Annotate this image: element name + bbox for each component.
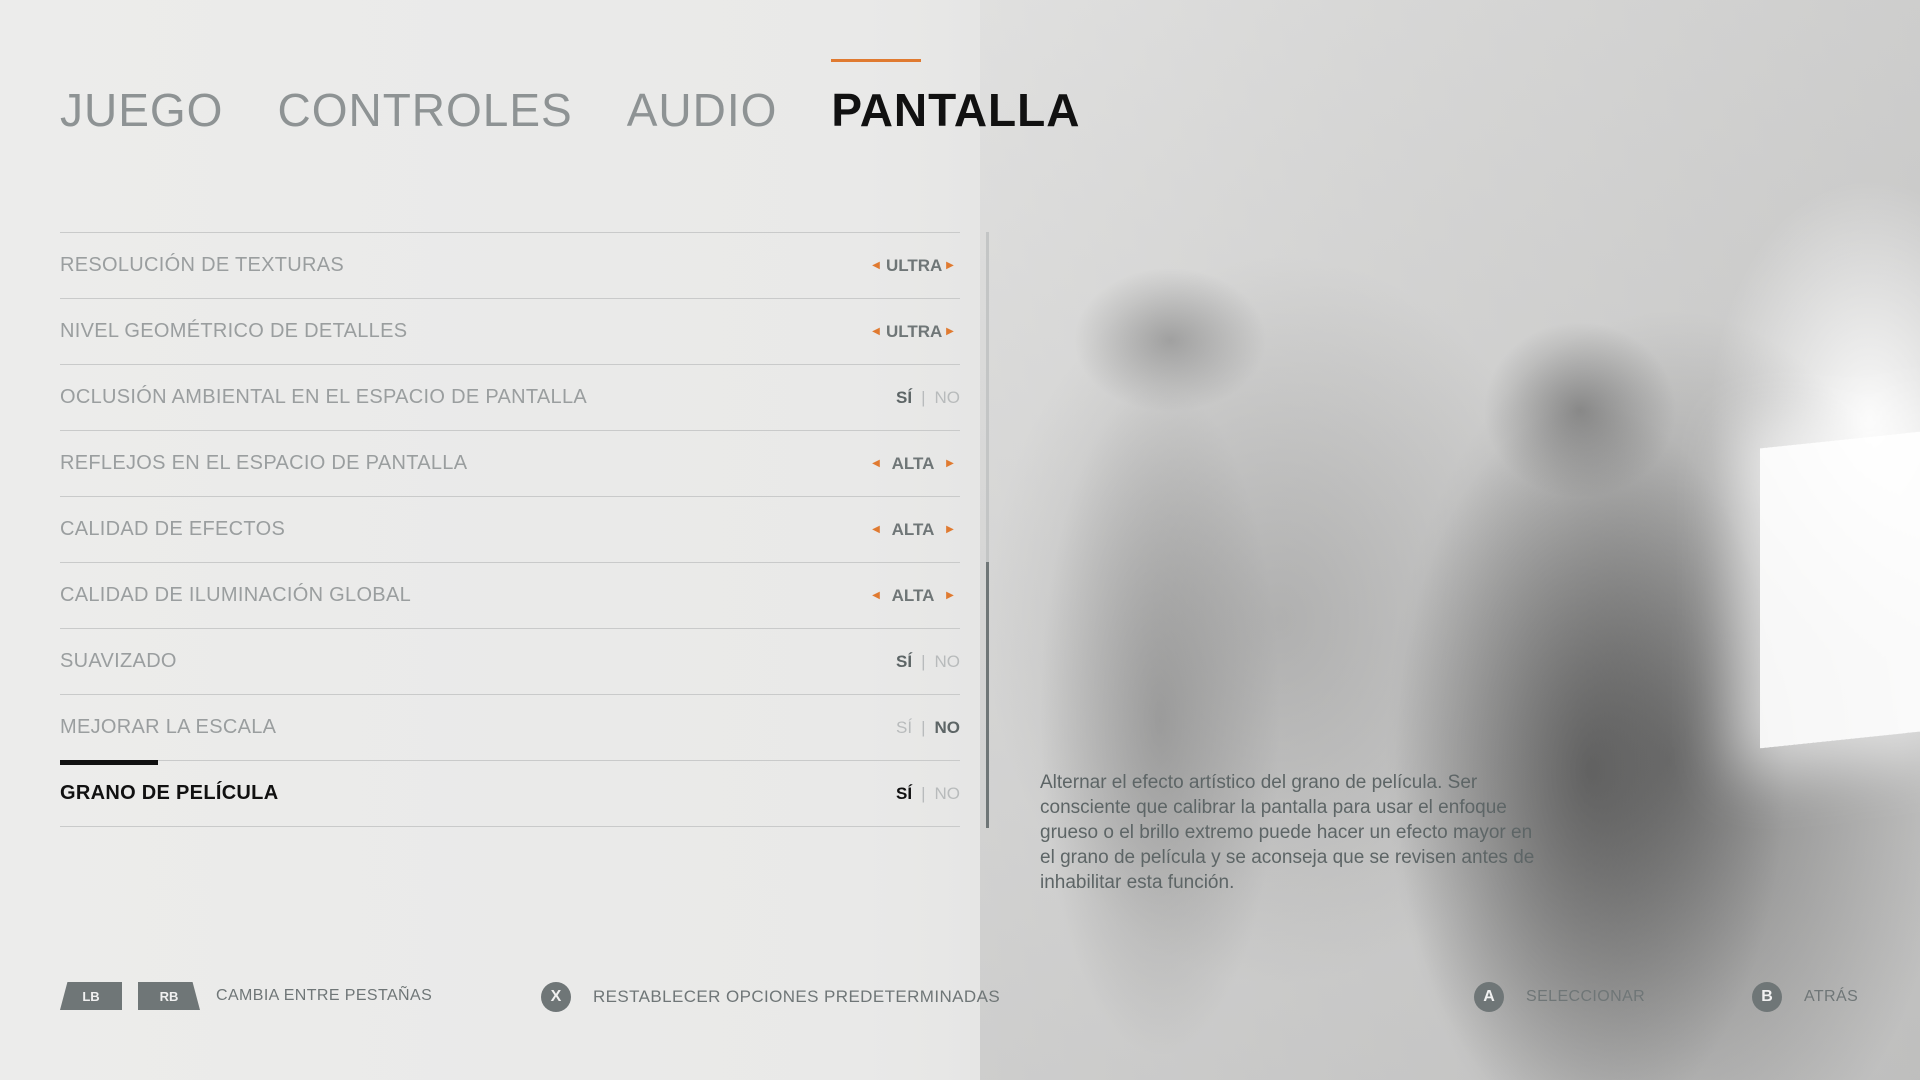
settings-list: RESOLUCIÓN DE TEXTURAS ◀ ULTRA ▶ NIVEL G… <box>60 232 960 827</box>
setting-label: RESOLUCIÓN DE TEXTURAS <box>60 254 345 276</box>
tab-controles[interactable]: CONTROLES <box>277 80 572 140</box>
setting-row-antialiasing[interactable]: SUAVIZADO SÍ | NO <box>60 629 960 695</box>
reset-defaults-hint[interactable]: X RESTABLECER OPCIONES PREDETERMINADAS <box>541 982 1000 1012</box>
tab-pantalla-label: PANTALLA <box>831 84 1081 136</box>
x-button-icon[interactable]: X <box>541 982 571 1012</box>
value-selector[interactable]: ◀ ALTA ▶ <box>866 454 960 474</box>
value-selector[interactable]: ◀ ALTA ▶ <box>866 586 960 606</box>
settings-screen: JUEGO CONTROLES AUDIO PANTALLA RESOLUCIÓ… <box>0 0 1920 1080</box>
setting-row-upscaling[interactable]: MEJORAR LA ESCALA SÍ | NO <box>60 695 960 761</box>
setting-label: GRANO DE PELÍCULA <box>60 782 279 804</box>
arrow-left-icon[interactable]: ◀ <box>866 326 886 337</box>
setting-label: SUAVIZADO <box>60 650 177 672</box>
setting-row-screen-space-reflections[interactable]: REFLEJOS EN EL ESPACIO DE PANTALLA ◀ ALT… <box>60 431 960 497</box>
background-figure-man <box>1035 250 1285 1080</box>
tab-audio[interactable]: AUDIO <box>627 80 778 140</box>
tab-pantalla[interactable]: PANTALLA <box>831 59 1081 140</box>
arrow-left-icon[interactable]: ◀ <box>866 524 886 535</box>
yes-no-toggle[interactable]: SÍ | NO <box>896 388 960 408</box>
toggle-option-yes[interactable]: SÍ <box>896 652 912 672</box>
setting-value: ULTRA <box>886 255 943 275</box>
value-selector[interactable]: ◀ ULTRA ▶ <box>866 322 960 342</box>
toggle-option-no[interactable]: NO <box>935 718 961 738</box>
setting-label: CALIDAD DE ILUMINACIÓN GLOBAL <box>60 584 412 606</box>
setting-value: ALTA <box>891 519 935 539</box>
value-selector[interactable]: ◀ ULTRA ▶ <box>866 256 960 276</box>
toggle-option-no[interactable]: NO <box>935 388 961 408</box>
setting-label: REFLEJOS EN EL ESPACIO DE PANTALLA <box>60 452 468 474</box>
setting-row-global-illumination[interactable]: CALIDAD DE ILUMINACIÓN GLOBAL ◀ ALTA ▶ <box>60 563 960 629</box>
arrow-left-icon[interactable]: ◀ <box>866 458 886 469</box>
toggle-option-no[interactable]: NO <box>935 784 961 804</box>
rb-button-icon[interactable]: RB <box>138 982 200 1010</box>
back-label: ATRÁS <box>1804 988 1859 1005</box>
select-label: SELECCIONAR <box>1526 988 1646 1005</box>
arrow-right-icon[interactable]: ▶ <box>940 590 960 601</box>
toggle-option-yes[interactable]: SÍ <box>896 388 912 408</box>
setting-row-film-grain[interactable]: GRANO DE PELÍCULA SÍ | NO <box>60 760 960 827</box>
switch-tabs-hint[interactable]: LB RB CAMBIA ENTRE PESTAÑAS <box>60 982 432 1010</box>
toggle-option-yes[interactable]: SÍ <box>896 718 912 738</box>
background-figure-woman <box>1380 300 1800 1080</box>
switch-tabs-label: CAMBIA ENTRE PESTAÑAS <box>216 987 433 1004</box>
settings-scrollbar[interactable] <box>986 232 989 828</box>
toggle-divider: | <box>921 387 926 407</box>
background-monitor-glow <box>1760 431 1920 749</box>
selected-row-indicator <box>60 760 158 765</box>
arrow-right-icon[interactable]: ▶ <box>940 524 960 535</box>
setting-row-effects-quality[interactable]: CALIDAD DE EFECTOS ◀ ALTA ▶ <box>60 497 960 563</box>
b-button-icon[interactable]: B <box>1752 982 1782 1012</box>
setting-value: ALTA <box>891 453 935 473</box>
setting-row-ambient-occlusion[interactable]: OCLUSIÓN AMBIENTAL EN EL ESPACIO DE PANT… <box>60 365 960 431</box>
lb-button-icon[interactable]: LB <box>60 982 122 1010</box>
arrow-left-icon[interactable]: ◀ <box>866 590 886 601</box>
value-selector[interactable]: ◀ ALTA ▶ <box>866 520 960 540</box>
scrollbar-thumb[interactable] <box>986 562 989 828</box>
yes-no-toggle[interactable]: SÍ | NO <box>896 784 960 804</box>
tab-juego[interactable]: JUEGO <box>60 80 223 140</box>
setting-label: CALIDAD DE EFECTOS <box>60 518 286 540</box>
setting-description: Alternar el efecto artístico del grano d… <box>1040 772 1535 893</box>
setting-value: ALTA <box>891 585 935 605</box>
setting-row-geometric-detail[interactable]: NIVEL GEOMÉTRICO DE DETALLES ◀ ULTRA ▶ <box>60 299 960 365</box>
yes-no-toggle[interactable]: SÍ | NO <box>896 718 960 738</box>
back-hint[interactable]: B ATRÁS <box>1752 982 1858 1012</box>
setting-row-texture-resolution[interactable]: RESOLUCIÓN DE TEXTURAS ◀ ULTRA ▶ <box>60 233 960 299</box>
setting-label: OCLUSIÓN AMBIENTAL EN EL ESPACIO DE PANT… <box>60 386 588 408</box>
setting-value: ULTRA <box>886 321 943 341</box>
toggle-option-yes[interactable]: SÍ <box>896 784 912 804</box>
yes-no-toggle[interactable]: SÍ | NO <box>896 652 960 672</box>
settings-tabs: JUEGO CONTROLES AUDIO PANTALLA <box>60 59 1134 140</box>
reset-defaults-label: RESTABLECER OPCIONES PREDETERMINADAS <box>593 987 1001 1006</box>
arrow-left-icon[interactable]: ◀ <box>866 260 886 271</box>
toggle-divider: | <box>921 651 926 671</box>
setting-label: NIVEL GEOMÉTRICO DE DETALLES <box>60 320 408 342</box>
toggle-option-no[interactable]: NO <box>935 652 961 672</box>
arrow-right-icon[interactable]: ▶ <box>940 458 960 469</box>
toggle-divider: | <box>921 717 926 737</box>
active-tab-indicator <box>831 59 922 62</box>
toggle-divider: | <box>921 783 926 803</box>
setting-label: MEJORAR LA ESCALA <box>60 716 277 738</box>
arrow-right-icon[interactable]: ▶ <box>940 260 960 271</box>
a-button-icon[interactable]: A <box>1474 982 1504 1012</box>
select-hint[interactable]: A SELECCIONAR <box>1474 982 1645 1012</box>
arrow-right-icon[interactable]: ▶ <box>940 326 960 337</box>
